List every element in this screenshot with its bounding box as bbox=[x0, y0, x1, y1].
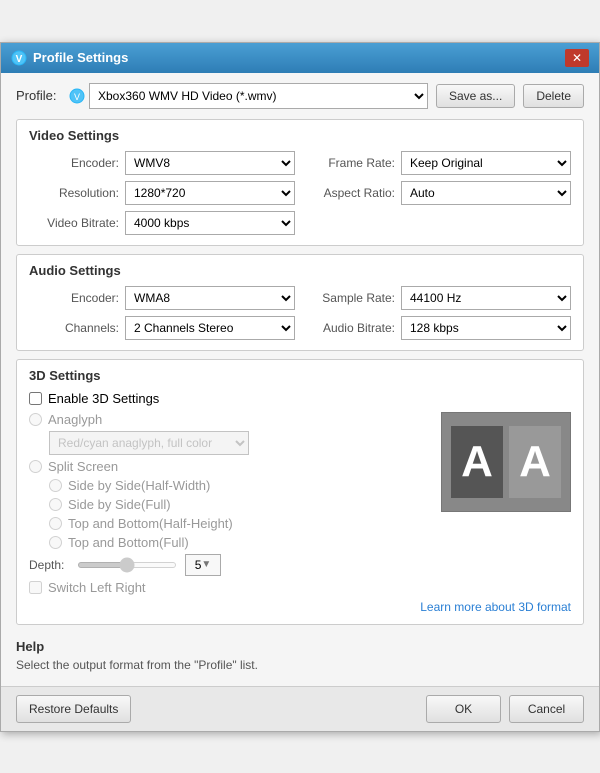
video-settings-section: Video Settings Encoder: WMV8 Frame Rate:… bbox=[16, 119, 584, 246]
depth-label: Depth: bbox=[29, 558, 69, 572]
audio-settings-section: Audio Settings Encoder: WMA8 Sample Rate… bbox=[16, 254, 584, 351]
delete-button[interactable]: Delete bbox=[523, 84, 584, 108]
learn-more-row: Learn more about 3D format bbox=[29, 599, 571, 614]
svg-text:V: V bbox=[74, 92, 80, 102]
help-section: Help Select the output format from the "… bbox=[16, 633, 584, 676]
encoder-row: Encoder: WMV8 bbox=[29, 151, 295, 175]
audio-settings-grid: Encoder: WMA8 Sample Rate: 44100 Hz Chan… bbox=[29, 286, 571, 340]
help-title: Help bbox=[16, 639, 584, 654]
frame-rate-row: Frame Rate: Keep Original bbox=[305, 151, 571, 175]
channels-select[interactable]: 2 Channels Stereo bbox=[125, 316, 295, 340]
switch-lr-checkbox[interactable] bbox=[29, 581, 42, 594]
3d-left: Anaglyph Red/cyan anaglyph, full color S… bbox=[29, 412, 431, 595]
help-text: Select the output format from the "Profi… bbox=[16, 658, 584, 672]
resolution-select[interactable]: 1280*720 bbox=[125, 181, 295, 205]
tab-half-label[interactable]: Top and Bottom(Half-Height) bbox=[68, 516, 233, 531]
sample-rate-select[interactable]: 44100 Hz bbox=[401, 286, 571, 310]
depth-value: 5 ▼ bbox=[185, 554, 221, 576]
split-screen-label[interactable]: Split Screen bbox=[48, 459, 118, 474]
video-settings-title: Video Settings bbox=[29, 128, 571, 143]
split-screen-radio[interactable] bbox=[29, 460, 42, 473]
title-bar: V Profile Settings ✕ bbox=[1, 43, 599, 73]
save-as-button[interactable]: Save as... bbox=[436, 84, 515, 108]
enable-3d-row: Enable 3D Settings bbox=[29, 391, 571, 406]
anaglyph-label[interactable]: Anaglyph bbox=[48, 412, 102, 427]
slider-wrap bbox=[77, 562, 177, 568]
profile-icon: V bbox=[69, 88, 85, 104]
restore-defaults-button[interactable]: Restore Defaults bbox=[16, 695, 131, 723]
encoder-label: Encoder: bbox=[29, 156, 119, 170]
profile-select-wrap: V Xbox360 WMV HD Video (*.wmv) bbox=[69, 83, 428, 109]
resolution-label: Resolution: bbox=[29, 186, 119, 200]
video-bitrate-select[interactable]: 4000 kbps bbox=[125, 211, 295, 235]
audio-encoder-select[interactable]: WMA8 bbox=[125, 286, 295, 310]
learn-more-link[interactable]: Learn more about 3D format bbox=[420, 600, 571, 614]
sbs-half-row: Side by Side(Half-Width) bbox=[29, 478, 431, 493]
sample-rate-row: Sample Rate: 44100 Hz bbox=[305, 286, 571, 310]
video-settings-grid: Encoder: WMV8 Frame Rate: Keep Original … bbox=[29, 151, 571, 235]
profile-select[interactable]: Xbox360 WMV HD Video (*.wmv) bbox=[89, 83, 428, 109]
preview-letter-a1: A bbox=[451, 426, 503, 498]
frame-rate-select[interactable]: Keep Original bbox=[401, 151, 571, 175]
anaglyph-radio[interactable] bbox=[29, 413, 42, 426]
encoder-select[interactable]: WMV8 bbox=[125, 151, 295, 175]
resolution-row: Resolution: 1280*720 bbox=[29, 181, 295, 205]
anaglyph-type-select[interactable]: Red/cyan anaglyph, full color bbox=[49, 431, 249, 455]
audio-bitrate-select[interactable]: 128 kbps bbox=[401, 316, 571, 340]
sbs-full-radio[interactable] bbox=[49, 498, 62, 511]
switch-row: Switch Left Right bbox=[29, 580, 431, 595]
ok-button[interactable]: OK bbox=[426, 695, 501, 723]
channels-row: Channels: 2 Channels Stereo bbox=[29, 316, 295, 340]
bottom-bar: Restore Defaults OK Cancel bbox=[1, 686, 599, 731]
dialog-title: Profile Settings bbox=[33, 50, 128, 65]
anaglyph-select-row: Red/cyan anaglyph, full color bbox=[29, 431, 431, 455]
split-screen-row: Split Screen bbox=[29, 459, 431, 474]
depth-slider[interactable] bbox=[77, 562, 177, 568]
3d-content: Anaglyph Red/cyan anaglyph, full color S… bbox=[29, 412, 571, 595]
audio-bitrate-label: Audio Bitrate: bbox=[305, 321, 395, 335]
aspect-ratio-label: Aspect Ratio: bbox=[305, 186, 395, 200]
tab-full-row: Top and Bottom(Full) bbox=[29, 535, 431, 550]
bottom-right-buttons: OK Cancel bbox=[426, 695, 584, 723]
3d-preview: A A bbox=[441, 412, 571, 512]
audio-encoder-label: Encoder: bbox=[29, 291, 119, 305]
profile-settings-dialog: V Profile Settings ✕ Profile: V Xbox360 … bbox=[0, 42, 600, 732]
3d-settings-section: 3D Settings Enable 3D Settings Anaglyph … bbox=[16, 359, 584, 625]
tab-half-radio[interactable] bbox=[49, 517, 62, 530]
svg-text:V: V bbox=[16, 54, 23, 65]
tab-full-label[interactable]: Top and Bottom(Full) bbox=[68, 535, 189, 550]
tab-full-radio[interactable] bbox=[49, 536, 62, 549]
sbs-full-row: Side by Side(Full) bbox=[29, 497, 431, 512]
sample-rate-label: Sample Rate: bbox=[305, 291, 395, 305]
title-bar-left: V Profile Settings bbox=[11, 50, 128, 66]
audio-bitrate-row: Audio Bitrate: 128 kbps bbox=[305, 316, 571, 340]
preview-letter-a2: A bbox=[509, 426, 561, 498]
profile-row: Profile: V Xbox360 WMV HD Video (*.wmv) … bbox=[16, 83, 584, 109]
sbs-full-label[interactable]: Side by Side(Full) bbox=[68, 497, 171, 512]
app-icon: V bbox=[11, 50, 27, 66]
dialog-body: Profile: V Xbox360 WMV HD Video (*.wmv) … bbox=[1, 73, 599, 686]
audio-settings-title: Audio Settings bbox=[29, 263, 571, 278]
anaglyph-row: Anaglyph bbox=[29, 412, 431, 427]
channels-label: Channels: bbox=[29, 321, 119, 335]
enable-3d-checkbox[interactable] bbox=[29, 392, 42, 405]
audio-encoder-row: Encoder: WMA8 bbox=[29, 286, 295, 310]
enable-3d-label[interactable]: Enable 3D Settings bbox=[48, 391, 159, 406]
close-button[interactable]: ✕ bbox=[565, 49, 589, 67]
video-bitrate-label: Video Bitrate: bbox=[29, 216, 119, 230]
sbs-half-label[interactable]: Side by Side(Half-Width) bbox=[68, 478, 210, 493]
sbs-half-radio[interactable] bbox=[49, 479, 62, 492]
frame-rate-label: Frame Rate: bbox=[305, 156, 395, 170]
tab-half-row: Top and Bottom(Half-Height) bbox=[29, 516, 431, 531]
3d-settings-title: 3D Settings bbox=[29, 368, 571, 383]
cancel-button[interactable]: Cancel bbox=[509, 695, 584, 723]
profile-label: Profile: bbox=[16, 88, 61, 103]
video-bitrate-row: Video Bitrate: 4000 kbps bbox=[29, 211, 295, 235]
aspect-ratio-row: Aspect Ratio: Auto bbox=[305, 181, 571, 205]
switch-lr-label[interactable]: Switch Left Right bbox=[48, 580, 146, 595]
aspect-ratio-select[interactable]: Auto bbox=[401, 181, 571, 205]
depth-row: Depth: 5 ▼ bbox=[29, 554, 431, 576]
